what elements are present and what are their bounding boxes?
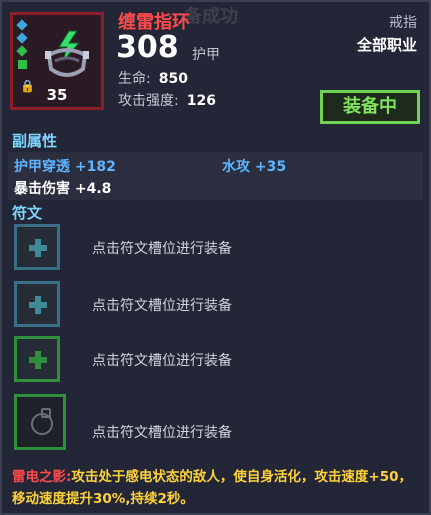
hp-value: 850 <box>158 71 188 87</box>
hp-label: 生命: <box>118 71 151 87</box>
attack-value: 126 <box>186 93 216 109</box>
gem-icon <box>18 60 27 69</box>
main-stat-value: 308 <box>116 30 179 65</box>
class-requirement: 全部职业 <box>356 36 417 54</box>
sub-attributes-header: 副属性 <box>12 132 58 150</box>
rune-slot[interactable] <box>14 281 60 327</box>
rune-slot-text: 点击符文槽位进行装备 <box>92 353 232 369</box>
equipped-button[interactable]: 装备中 <box>320 90 420 124</box>
set-effect-description: 雷电之影:攻击处于感电状态的敌人，使自身活化，攻击速度+50，移动速度提升30%… <box>12 466 422 510</box>
sub-attribute-item: 水攻 +35 <box>222 159 287 175</box>
gem-icon <box>16 19 28 31</box>
attack-label: 攻击强度: <box>118 93 179 109</box>
rune-slot-text: 点击符文槽位进行装备 <box>92 425 232 441</box>
sub-attributes-box: 护甲穿透 +182 水攻 +35 暴击伤害 +4.8 <box>8 152 423 200</box>
sub-attribute-item: 护甲穿透 +182 <box>14 159 116 175</box>
ring-icon <box>45 30 89 77</box>
plus-icon <box>29 296 47 314</box>
rune-slot-text: 点击符文槽位进行装备 <box>92 241 232 257</box>
hp-stat: 生命: 850 <box>118 68 188 88</box>
effect-title: 雷电之影: <box>12 469 72 485</box>
bomb-icon <box>31 413 53 435</box>
effect-text: 攻击处于感电状态的敌人，使自身活化，攻击速度+50，移动速度提升30%,持续2秒… <box>12 469 413 507</box>
attack-stat: 攻击强度: 126 <box>118 90 216 110</box>
item-tooltip-panel: 🔒 35 备成功 缠雷指环 308 护甲 生命: 850 攻击强度: 126 戒指 … <box>0 0 431 515</box>
ghost-overlay-text: 备成功 <box>184 6 238 27</box>
rune-slot-text: 点击符文槽位进行装备 <box>92 298 232 314</box>
gem-icon <box>16 32 28 44</box>
plus-icon <box>29 351 47 369</box>
rune-slot[interactable] <box>14 224 60 270</box>
gem-icon <box>16 45 28 57</box>
plus-icon <box>29 239 47 257</box>
item-icon-frame[interactable]: 🔒 35 <box>10 12 104 110</box>
slot-type: 戒指 <box>389 15 417 31</box>
main-stat-label: 护甲 <box>192 47 220 63</box>
rune-slot[interactable] <box>14 394 66 450</box>
item-level: 35 <box>46 86 68 104</box>
socket-gems <box>16 19 30 74</box>
rune-slot[interactable] <box>14 336 60 382</box>
sub-attribute-item: 暴击伤害 +4.8 <box>14 181 112 197</box>
runes-header: 符文 <box>12 204 43 222</box>
